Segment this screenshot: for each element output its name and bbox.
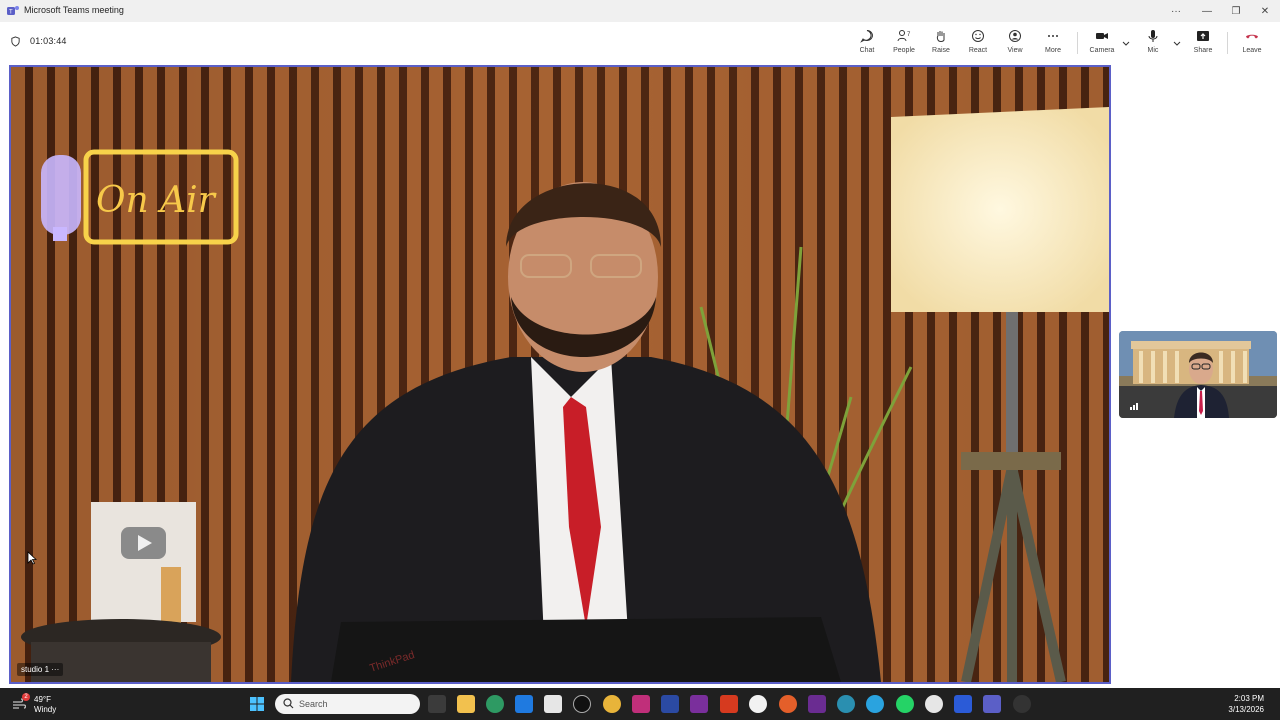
whatsapp-icon[interactable]	[896, 695, 914, 713]
google-icon[interactable]	[749, 695, 767, 713]
people-icon: 7	[897, 30, 911, 42]
weather-widget[interactable]: 2 49°F Windy	[12, 693, 72, 715]
chrome-icon[interactable]	[603, 695, 621, 713]
globe-icon[interactable]	[837, 695, 855, 713]
mail-icon[interactable]	[515, 695, 533, 713]
taskbar-search[interactable]: Search	[275, 694, 420, 714]
taskbar: 2 49°F Windy Search 2:03 PM 3/13/2026	[0, 688, 1280, 720]
participant-more-icon[interactable]: ···	[51, 665, 59, 674]
hand-icon	[936, 31, 945, 42]
raise-hand-button[interactable]: Raise	[923, 26, 959, 60]
file-explorer-icon[interactable]	[457, 695, 475, 713]
phone-hangup-icon	[1246, 34, 1258, 39]
search-placeholder: Search	[299, 699, 328, 709]
edge-icon[interactable]	[486, 695, 504, 713]
clock[interactable]: 2:03 PM 3/13/2026	[1228, 693, 1264, 715]
mouse-cursor-icon	[27, 551, 37, 565]
app-icon[interactable]	[690, 695, 708, 713]
windows-start-icon[interactable]	[250, 697, 264, 711]
weather-condition: Windy	[34, 705, 57, 714]
dell-icon[interactable]	[573, 695, 591, 713]
search-icon	[283, 698, 294, 709]
more-icon	[1048, 35, 1058, 37]
meeting-toolbar: 01:03:44 Chat 7 People Raise React View …	[0, 22, 1280, 62]
clock-time: 2:03 PM	[1234, 694, 1264, 703]
toolbar-divider	[1227, 32, 1228, 54]
view-icon	[1009, 30, 1021, 42]
app-icon-2[interactable]	[808, 695, 826, 713]
weather-badge: 2	[22, 693, 30, 701]
meeting-timer: 01:03:44	[30, 36, 67, 46]
close-button[interactable]: ✕	[1250, 0, 1280, 22]
shield-icon	[11, 36, 20, 47]
camera-button[interactable]: Camera	[1084, 26, 1120, 60]
chat-icon	[860, 30, 873, 43]
signal-bars-icon	[1130, 403, 1138, 410]
chevron-down-icon[interactable]	[1172, 38, 1182, 48]
chevron-down-icon[interactable]	[1121, 38, 1131, 48]
mic-icon	[1148, 30, 1158, 42]
teams-taskbar-icon[interactable]	[983, 695, 1001, 713]
more-button[interactable]: More	[1035, 26, 1071, 60]
people-count: 7	[907, 32, 911, 38]
share-button[interactable]: Share	[1185, 26, 1221, 60]
participant-name-tag: studio 1 ···	[17, 663, 64, 676]
thumbnail-video	[1119, 331, 1277, 418]
more-options-icon[interactable]: ···	[1161, 0, 1191, 22]
participant-name: studio 1	[21, 665, 50, 674]
restore-button[interactable]: ❐	[1221, 0, 1251, 22]
teams-icon: T	[7, 6, 19, 16]
word-icon[interactable]	[954, 695, 972, 713]
mic-button[interactable]: Mic	[1135, 26, 1171, 60]
video-frame: On Air ThinkPad	[11, 67, 1109, 682]
chat-button[interactable]: Chat	[849, 26, 885, 60]
grammarly-icon[interactable]	[632, 695, 650, 713]
youtube-plaque	[91, 502, 196, 627]
telegram-icon[interactable]	[866, 695, 884, 713]
office-icon[interactable]	[720, 695, 738, 713]
task-view-icon[interactable]	[428, 695, 446, 713]
laptop: ThinkPad	[331, 617, 841, 682]
recording-icon[interactable]	[1013, 695, 1031, 713]
leave-button[interactable]: Leave	[1234, 26, 1270, 60]
camera-icon	[1096, 33, 1108, 39]
weather-temp: 49°F	[34, 695, 51, 704]
react-button[interactable]: React	[960, 26, 996, 60]
toolbar-divider	[1077, 32, 1078, 54]
on-air-text: On Air	[96, 180, 217, 221]
self-view-thumbnail[interactable]	[1119, 331, 1277, 418]
chatgpt-icon[interactable]	[925, 695, 943, 713]
calendar-icon[interactable]	[661, 695, 679, 713]
smiley-icon	[972, 30, 984, 42]
window-title: Microsoft Teams meeting	[24, 5, 124, 15]
firefox-icon[interactable]	[779, 695, 797, 713]
minimize-button[interactable]: —	[1192, 0, 1222, 22]
main-video-tile[interactable]: On Air ThinkPad studio 1 ···	[9, 65, 1111, 684]
clock-date: 3/13/2026	[1228, 705, 1264, 714]
share-icon	[1197, 31, 1209, 41]
svg-text:T: T	[9, 10, 13, 16]
view-button[interactable]: View	[997, 26, 1033, 60]
store-icon[interactable]	[544, 695, 562, 713]
people-button[interactable]: 7 People	[886, 26, 922, 60]
title-bar: T Microsoft Teams meeting ··· — ❐ ✕	[0, 0, 1280, 22]
